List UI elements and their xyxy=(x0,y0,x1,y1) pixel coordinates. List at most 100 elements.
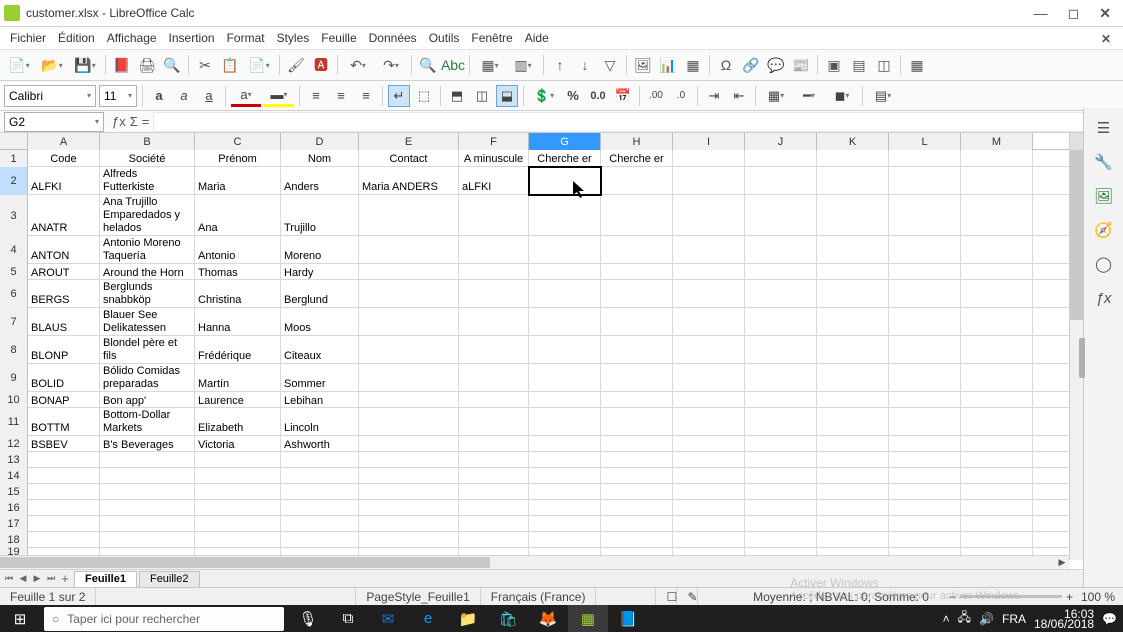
comment-icon[interactable]: 💬 xyxy=(765,54,787,76)
cell-B7[interactable]: Blauer See Delikatessen xyxy=(100,308,195,336)
row-header-7[interactable]: 7 xyxy=(0,308,28,336)
cell-H17[interactable] xyxy=(601,516,673,532)
font-color-icon[interactable]: a▾ xyxy=(231,85,261,107)
cell-E18[interactable] xyxy=(359,532,459,548)
tray-lang[interactable]: FRA xyxy=(1002,612,1026,626)
cell-C2[interactable]: Maria xyxy=(195,167,281,195)
underline-icon[interactable]: a xyxy=(198,85,220,107)
cell-D7[interactable]: Moos xyxy=(281,308,359,336)
row-icon[interactable]: ▦▾ xyxy=(475,54,505,76)
cell-G3[interactable] xyxy=(529,195,601,236)
cell-K14[interactable] xyxy=(817,468,889,484)
row-header-16[interactable]: 16 xyxy=(0,500,28,516)
headers-footers-icon[interactable]: 📰 xyxy=(790,54,812,76)
cell-J14[interactable] xyxy=(745,468,817,484)
freeze-icon[interactable]: ▤ xyxy=(848,54,870,76)
column-header-K[interactable]: K xyxy=(817,133,889,150)
cell-F3[interactable] xyxy=(459,195,529,236)
cell-G12[interactable] xyxy=(529,436,601,452)
align-left-icon[interactable]: ≡ xyxy=(305,85,327,107)
cell-I15[interactable] xyxy=(673,484,745,500)
cell-F13[interactable] xyxy=(459,452,529,468)
cell-H9[interactable] xyxy=(601,364,673,392)
cell-M2[interactable] xyxy=(961,167,1033,195)
cell-I12[interactable] xyxy=(673,436,745,452)
cell-J10[interactable] xyxy=(745,392,817,408)
show-draw-icon[interactable]: ▦ xyxy=(906,54,928,76)
cell-K12[interactable] xyxy=(817,436,889,452)
column-header-F[interactable]: F xyxy=(459,133,529,150)
cell-C3[interactable]: Ana xyxy=(195,195,281,236)
sheet-tab-2[interactable]: Feuille2 xyxy=(139,571,200,587)
cell-A14[interactable] xyxy=(28,468,100,484)
cell-C16[interactable] xyxy=(195,500,281,516)
tab-add-icon[interactable]: + xyxy=(58,572,72,586)
cell-D15[interactable] xyxy=(281,484,359,500)
cell-E17[interactable] xyxy=(359,516,459,532)
name-box[interactable]: G2▾ xyxy=(4,112,104,132)
cell-A15[interactable] xyxy=(28,484,100,500)
cell-J16[interactable] xyxy=(745,500,817,516)
cell-M3[interactable] xyxy=(961,195,1033,236)
cell-M18[interactable] xyxy=(961,532,1033,548)
cell-F12[interactable] xyxy=(459,436,529,452)
cell-H13[interactable] xyxy=(601,452,673,468)
cell-I4[interactable] xyxy=(673,236,745,264)
cell-G17[interactable] xyxy=(529,516,601,532)
cell-D4[interactable]: Moreno xyxy=(281,236,359,264)
cell-A3[interactable]: ANATR xyxy=(28,195,100,236)
taskbar-app-store[interactable]: 🛍 xyxy=(488,605,528,632)
pivot-icon[interactable]: ▦ xyxy=(682,54,704,76)
cell-B1[interactable]: Société xyxy=(100,150,195,167)
cell-H10[interactable] xyxy=(601,392,673,408)
taskbar-app-notepad[interactable]: 📘 xyxy=(608,605,648,632)
cell-B6[interactable]: Berglunds snabbköp xyxy=(100,280,195,308)
cell-I16[interactable] xyxy=(673,500,745,516)
tray-notifications-icon[interactable]: 💬 xyxy=(1102,612,1117,626)
cell-B3[interactable]: Ana Trujillo Emparedados y helados xyxy=(100,195,195,236)
cell-D2[interactable]: Anders xyxy=(281,167,359,195)
cell-G14[interactable] xyxy=(529,468,601,484)
cell-G10[interactable] xyxy=(529,392,601,408)
cell-K2[interactable] xyxy=(817,167,889,195)
row-header-3[interactable]: 3 xyxy=(0,195,28,236)
status-language[interactable]: Français (France) xyxy=(481,588,597,605)
cell-G6[interactable] xyxy=(529,280,601,308)
cell-H3[interactable] xyxy=(601,195,673,236)
cell-A2[interactable]: ALFKI xyxy=(28,167,100,195)
cell-E1[interactable]: Contact xyxy=(359,150,459,167)
cell-D14[interactable] xyxy=(281,468,359,484)
row-header-11[interactable]: 11 xyxy=(0,408,28,436)
cell-A8[interactable]: BLONP xyxy=(28,336,100,364)
align-center-icon[interactable]: ≡ xyxy=(330,85,352,107)
cell-J5[interactable] xyxy=(745,264,817,280)
conditional-format-icon[interactable]: ▤▾ xyxy=(868,85,898,107)
cell-E4[interactable] xyxy=(359,236,459,264)
number-format-icon[interactable]: 0.0 xyxy=(587,85,609,107)
cell-D3[interactable]: Trujillo xyxy=(281,195,359,236)
font-name-combo[interactable]: Calibri▾ xyxy=(4,85,96,107)
cell-I14[interactable] xyxy=(673,468,745,484)
cell-A4[interactable]: ANTON xyxy=(28,236,100,264)
cell-A1[interactable]: Code xyxy=(28,150,100,167)
percent-icon[interactable]: % xyxy=(562,85,584,107)
cell-I7[interactable] xyxy=(673,308,745,336)
cell-L3[interactable] xyxy=(889,195,961,236)
formula-input[interactable] xyxy=(153,112,1105,132)
sidebar-styles-icon[interactable]: 🔧 xyxy=(1092,150,1116,174)
cell-G16[interactable] xyxy=(529,500,601,516)
add-decimal-icon[interactable]: .00 xyxy=(645,85,667,107)
cell-F1[interactable]: A minuscule xyxy=(459,150,529,167)
cell-C13[interactable] xyxy=(195,452,281,468)
date-format-icon[interactable]: 📅 xyxy=(612,85,634,107)
cell-E16[interactable] xyxy=(359,500,459,516)
sidebar-functions-icon[interactable]: ◯ xyxy=(1092,252,1116,276)
cell-B11[interactable]: Bottom-Dollar Markets xyxy=(100,408,195,436)
cell-L4[interactable] xyxy=(889,236,961,264)
tab-first-icon[interactable]: ⏮ xyxy=(2,572,16,586)
sheet-tab-1[interactable]: Feuille1 xyxy=(74,571,137,587)
cell-F16[interactable] xyxy=(459,500,529,516)
column-header-L[interactable]: L xyxy=(889,133,961,150)
cell-H4[interactable] xyxy=(601,236,673,264)
column-header-E[interactable]: E xyxy=(359,133,459,150)
